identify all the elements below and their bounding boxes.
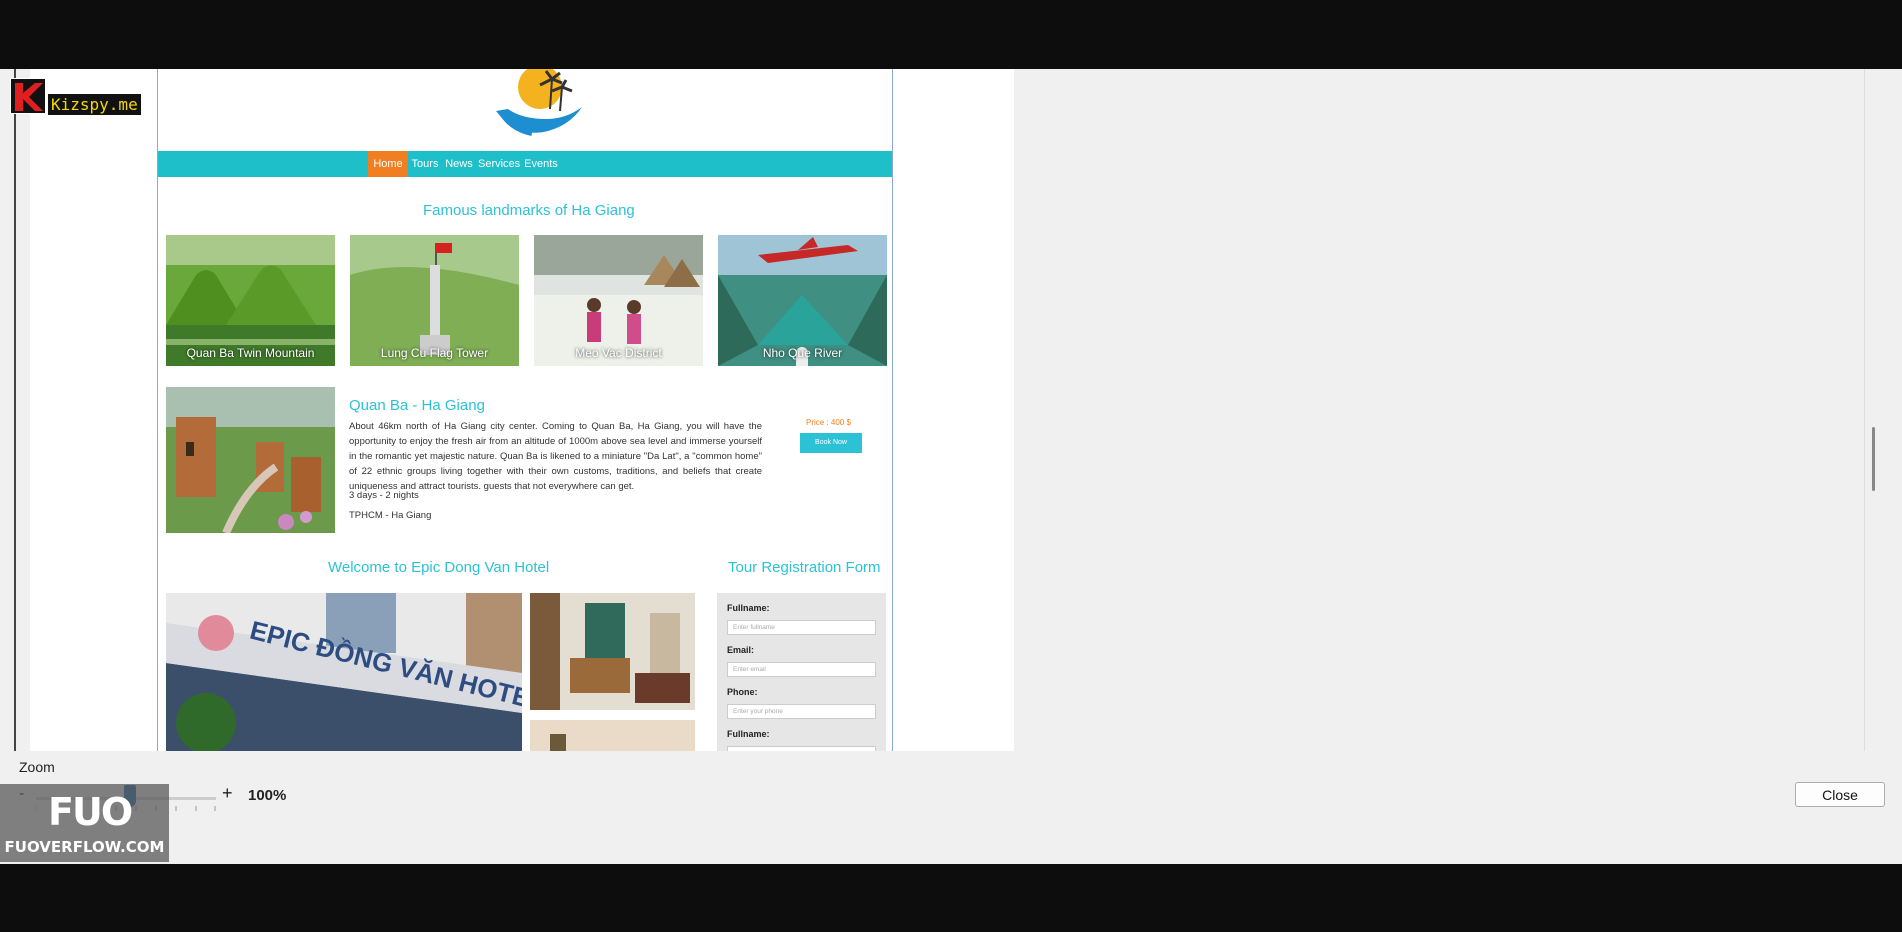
web-page-preview: Home Tours News Services Events Famous l… xyxy=(157,69,893,751)
kizspy-text: Kizspy.me xyxy=(48,94,141,115)
print-preview-window: Home Tours News Services Events Famous l… xyxy=(0,69,1902,864)
fullname-field-2[interactable] xyxy=(727,746,876,751)
fullname-field[interactable]: Enter fullname xyxy=(727,620,876,635)
fuo-text: FUOVERFLOW.COM xyxy=(4,838,165,856)
landmark-caption: Nho Que River xyxy=(762,346,843,360)
tour-price: Price : 400 $ xyxy=(806,418,851,427)
landmark-card[interactable]: Lung Cu Flag Tower xyxy=(350,235,519,366)
fuo-logo: FUO xyxy=(48,790,133,834)
vertical-scrollbar[interactable] xyxy=(1864,69,1885,751)
nav-tours[interactable]: Tours xyxy=(410,151,440,177)
kizspy-logo-icon xyxy=(10,78,46,114)
landmark-caption: Meo Vac District xyxy=(575,346,662,360)
site-navbar: Home Tours News Services Events xyxy=(158,151,892,177)
landmark-card[interactable]: Quan Ba Twin Mountain xyxy=(166,235,335,366)
nav-news[interactable]: News xyxy=(444,151,474,177)
form-label: Email: xyxy=(727,645,755,655)
hotel-lobby-image xyxy=(530,593,695,710)
form-label: Fullname: xyxy=(727,729,770,739)
form-label: Fullname: xyxy=(727,603,770,613)
zoom-in-button[interactable]: + xyxy=(222,783,233,804)
tour-route: TPHCM - Ha Giang xyxy=(349,510,432,521)
nav-events[interactable]: Events xyxy=(524,151,558,177)
landmark-caption: Lung Cu Flag Tower xyxy=(380,346,489,360)
hotel-main-image: EPIC ĐỒNG VĂN HOTEL xyxy=(166,593,522,751)
form-label: Phone: xyxy=(727,687,758,697)
hotel-room-image xyxy=(530,720,695,751)
landmark-card[interactable]: Nho Que River xyxy=(718,235,887,366)
landmark-caption: Quan Ba Twin Mountain xyxy=(186,346,315,360)
book-now-button[interactable]: Book Now xyxy=(800,433,862,453)
tour-image xyxy=(166,387,335,533)
form-title: Tour Registration Form xyxy=(728,559,881,576)
nav-services[interactable]: Services xyxy=(478,151,520,177)
zoom-value: 100% xyxy=(248,787,287,804)
landmark-card[interactable]: Meo Vac District xyxy=(534,235,703,366)
window-left-border xyxy=(14,69,16,751)
nav-home[interactable]: Home xyxy=(368,151,408,177)
preview-background xyxy=(1014,69,1864,751)
hotel-title: Welcome to Epic Dong Van Hotel xyxy=(328,559,550,576)
registration-form: Fullname: Enter fullname Email: Enter em… xyxy=(717,593,886,751)
phone-field[interactable]: Enter your phone xyxy=(727,704,876,719)
close-button[interactable]: Close xyxy=(1795,782,1885,807)
landmarks-title: Famous landmarks of Ha Giang xyxy=(423,202,635,219)
preview-canvas: Home Tours News Services Events Famous l… xyxy=(30,69,1014,751)
tour-title[interactable]: Quan Ba - Ha Giang xyxy=(349,397,485,414)
email-field[interactable]: Enter email xyxy=(727,662,876,677)
tour-description: About 46km north of Ha Giang city center… xyxy=(349,421,762,492)
zoom-label: Zoom xyxy=(19,759,55,775)
site-logo xyxy=(496,69,582,136)
tour-duration: 3 days - 2 nights xyxy=(349,490,419,501)
scrollbar-thumb[interactable] xyxy=(1872,427,1875,491)
fuoverflow-watermark: FUO FUOVERFLOW.COM xyxy=(0,784,169,862)
